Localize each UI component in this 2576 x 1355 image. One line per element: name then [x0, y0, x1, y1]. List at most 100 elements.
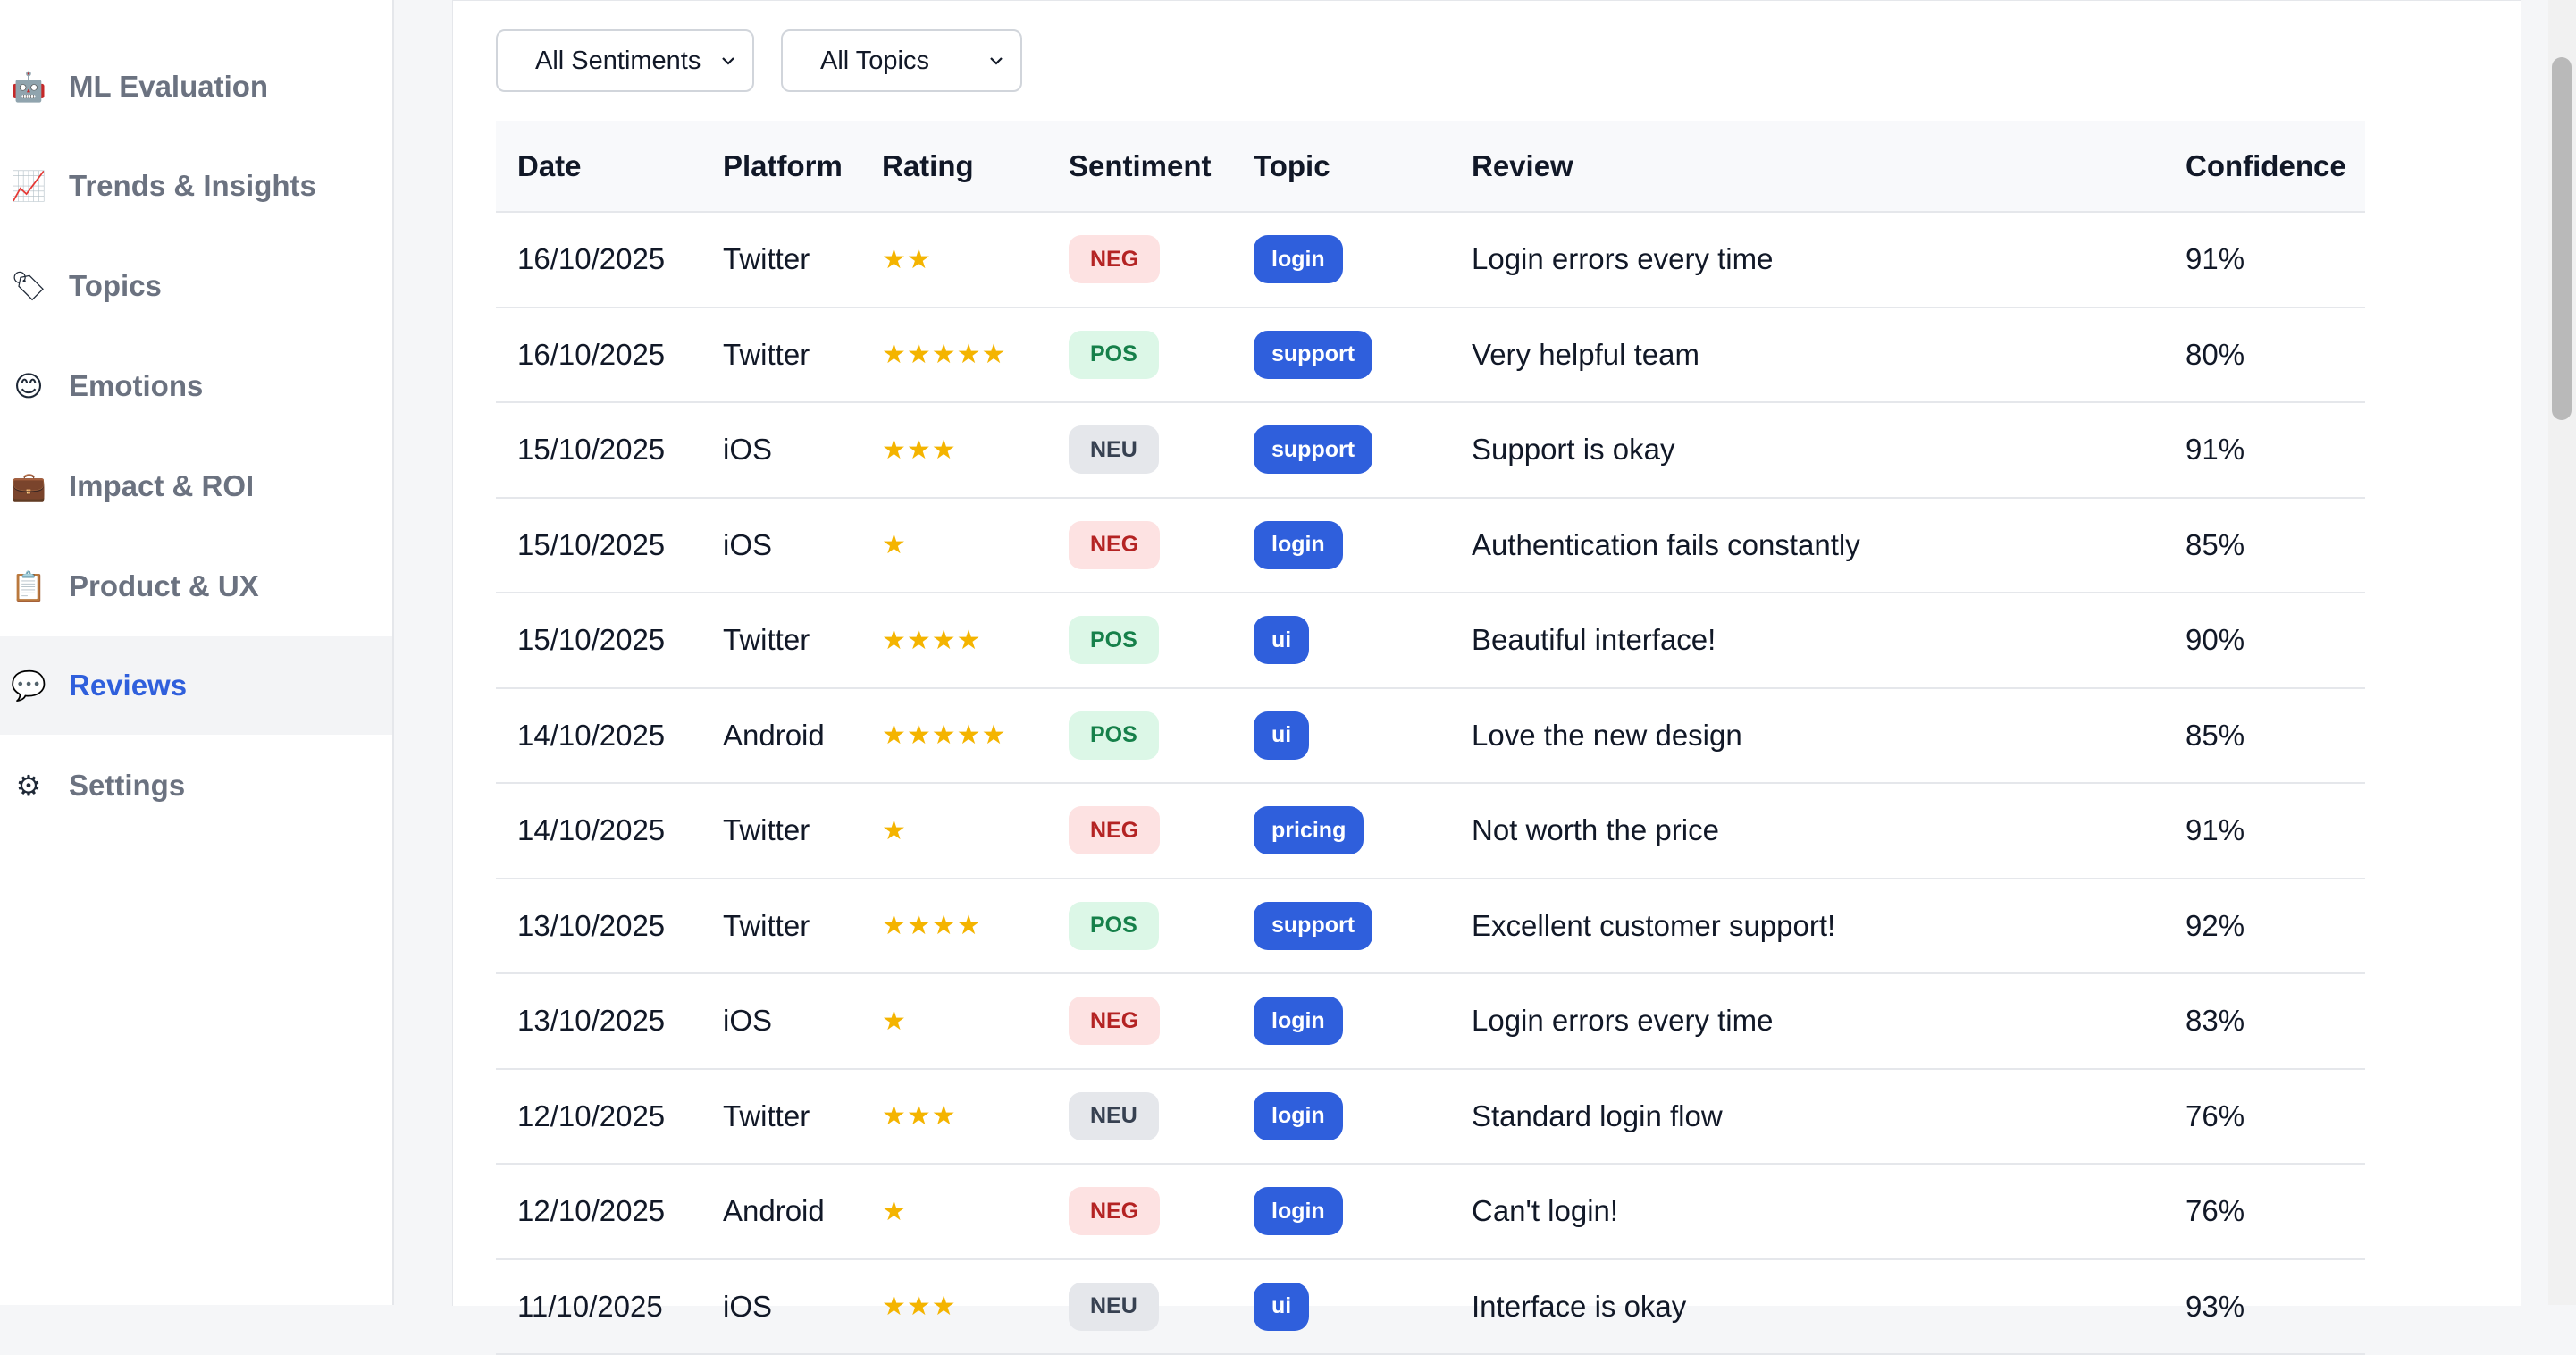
topic-cell: ui: [1254, 1260, 1309, 1353]
rating-cell: ★: [882, 974, 907, 1067]
table-row[interactable]: 14/10/2025Android★★★★★POSuiLove the new …: [496, 689, 2365, 785]
table-row[interactable]: 15/10/2025iOS★NEGloginAuthentication fai…: [496, 499, 2365, 594]
confidence-cell: 83%: [2186, 974, 2245, 1067]
rating-cell: ★★★: [882, 403, 957, 496]
topic-tag[interactable]: ui: [1254, 1283, 1309, 1331]
column-header-sentiment[interactable]: Sentiment: [1069, 121, 1212, 211]
rating-cell: ★: [882, 499, 907, 592]
topic-tag[interactable]: login: [1254, 1187, 1343, 1235]
column-header-rating[interactable]: Rating: [882, 121, 974, 211]
column-header-platform[interactable]: Platform: [723, 121, 843, 211]
sentiment-cell: NEG: [1069, 499, 1160, 592]
sentiment-cell: NEG: [1069, 974, 1160, 1067]
topic-tag[interactable]: support: [1254, 425, 1372, 474]
sentiment-cell: POS: [1069, 593, 1159, 686]
sidebar-item-label: Reviews: [69, 669, 187, 703]
topic-cell: support: [1254, 403, 1372, 496]
sidebar-item-label: Impact & ROI: [69, 469, 254, 503]
sidebar-item-label: Emotions: [69, 369, 203, 403]
smiley-icon: 😊: [11, 368, 46, 404]
review-cell: Very helpful team: [1472, 308, 1699, 401]
topic-tag[interactable]: login: [1254, 1092, 1343, 1140]
topic-cell: login: [1254, 499, 1343, 592]
column-header-confidence[interactable]: Confidence: [2186, 121, 2346, 211]
vertical-scrollbar[interactable]: [2548, 0, 2576, 1305]
platform-cell: Twitter: [723, 308, 810, 401]
star-rating: ★★★: [882, 434, 957, 466]
topic-tag[interactable]: login: [1254, 997, 1343, 1045]
date-cell: 12/10/2025: [517, 1070, 665, 1163]
date-cell: 14/10/2025: [517, 689, 665, 782]
sentiment-badge: POS: [1069, 616, 1159, 664]
sentiment-cell: NEU: [1069, 1070, 1159, 1163]
review-cell: Authentication fails constantly: [1472, 499, 1860, 592]
rating-cell: ★: [882, 1165, 907, 1258]
topic-tag[interactable]: support: [1254, 902, 1372, 950]
sentiment-badge: NEU: [1069, 425, 1159, 474]
topic-tag[interactable]: ui: [1254, 711, 1309, 760]
table-row[interactable]: 16/10/2025Twitter★★NEGloginLogin errors …: [496, 213, 2365, 308]
platform-cell: Twitter: [723, 879, 810, 972]
rating-cell: ★★★★★: [882, 308, 1006, 401]
topic-tag[interactable]: login: [1254, 235, 1343, 283]
table-row[interactable]: 11/10/2025iOS★★★NEUuiInterface is okay93…: [496, 1260, 2365, 1355]
platform-cell: Twitter: [723, 213, 810, 306]
sentiment-badge: NEU: [1069, 1092, 1159, 1140]
table-row[interactable]: 12/10/2025Android★NEGloginCan't login!76…: [496, 1165, 2365, 1260]
sidebar-item-label: ML Evaluation: [69, 70, 268, 104]
sidebar-item-reviews[interactable]: 💬Reviews: [0, 636, 392, 735]
confidence-cell: 85%: [2186, 689, 2245, 782]
table-row[interactable]: 15/10/2025Twitter★★★★POSuiBeautiful inte…: [496, 593, 2365, 689]
topic-tag[interactable]: login: [1254, 521, 1343, 569]
sentiment-badge: NEG: [1069, 806, 1160, 854]
column-header-topic[interactable]: Topic: [1254, 121, 1330, 211]
table-row[interactable]: 15/10/2025iOS★★★NEUsupportSupport is oka…: [496, 403, 2365, 499]
star-rating: ★: [882, 1006, 907, 1037]
star-rating: ★★★: [882, 1291, 957, 1322]
clipboard-icon: 📋: [11, 568, 46, 604]
topic-tag[interactable]: ui: [1254, 616, 1309, 664]
robot-icon: 🤖: [11, 69, 46, 105]
sentiment-cell: POS: [1069, 308, 1159, 401]
sidebar-item-impact-roi[interactable]: 💼Impact & ROI: [0, 437, 392, 535]
sidebar-item-settings[interactable]: ⚙Settings: [0, 736, 392, 835]
date-cell: 16/10/2025: [517, 308, 665, 401]
topic-tag[interactable]: support: [1254, 331, 1372, 379]
review-cell: Login errors every time: [1472, 974, 1773, 1067]
chevron-down-icon: [986, 51, 1006, 71]
column-header-review[interactable]: Review: [1472, 121, 1573, 211]
table-body: 16/10/2025Twitter★★NEGloginLogin errors …: [496, 213, 2365, 1355]
rating-cell: ★★: [882, 213, 932, 306]
platform-cell: iOS: [723, 403, 772, 496]
star-rating: ★: [882, 1196, 907, 1227]
sidebar-item-emotions[interactable]: 😊 Emotions: [0, 337, 392, 435]
sentiment-badge: NEG: [1069, 1187, 1160, 1235]
sentiment-badge: NEG: [1069, 997, 1160, 1045]
sentiment-cell: POS: [1069, 689, 1159, 782]
sentiment-badge: POS: [1069, 331, 1159, 379]
sentiment-cell: POS: [1069, 879, 1159, 972]
table-row[interactable]: 13/10/2025iOS★NEGloginLogin errors every…: [496, 974, 2365, 1070]
sidebar-item-label: Product & UX: [69, 569, 259, 603]
rating-cell: ★★★★: [882, 879, 982, 972]
topic-cell: login: [1254, 1070, 1343, 1163]
sentiment-cell: NEG: [1069, 213, 1160, 306]
sidebar-item-trends-insights[interactable]: 📈Trends & Insights: [0, 137, 392, 235]
sentiment-cell: NEG: [1069, 784, 1160, 877]
chevron-down-icon: [718, 51, 738, 71]
column-header-date[interactable]: Date: [517, 121, 582, 211]
table-row[interactable]: 12/10/2025Twitter★★★NEUloginStandard log…: [496, 1070, 2365, 1166]
table-row[interactable]: 14/10/2025Twitter★NEGpricingNot worth th…: [496, 784, 2365, 879]
review-cell: Can't login!: [1472, 1165, 1618, 1258]
sidebar-item-ml-evaluation[interactable]: 🤖 ML Evaluation: [0, 38, 392, 136]
sidebar: 🤖ML Evaluation📈Trends & Insights🏷Topics😊…: [0, 0, 394, 1305]
confidence-cell: 91%: [2186, 784, 2245, 877]
topic-tag[interactable]: pricing: [1254, 806, 1364, 854]
scrollbar-thumb[interactable]: [2552, 57, 2572, 420]
sidebar-item-topics[interactable]: 🏷Topics: [0, 237, 392, 335]
table-row[interactable]: 13/10/2025Twitter★★★★POSsupportExcellent…: [496, 879, 2365, 975]
sentiment-filter-select[interactable]: All Sentiments: [496, 29, 754, 92]
topic-filter-select[interactable]: All Topics: [781, 29, 1022, 92]
table-row[interactable]: 16/10/2025 Twitter ★★★★★ POS support Very hel…: [496, 308, 2365, 404]
sidebar-item-product-ux[interactable]: 📋 Product & UX: [0, 537, 392, 635]
